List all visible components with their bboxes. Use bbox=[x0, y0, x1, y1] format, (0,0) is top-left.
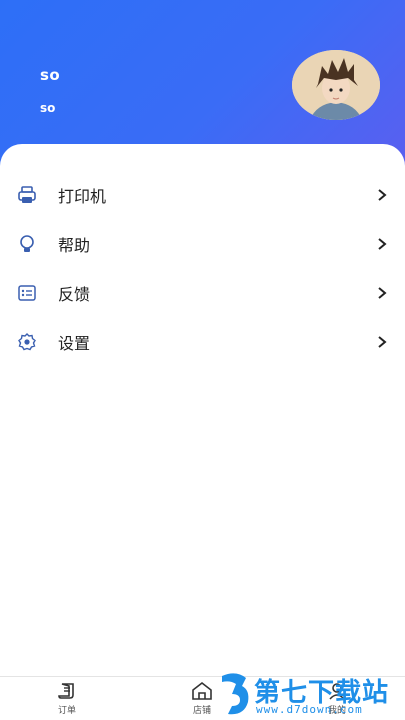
tab-order[interactable]: 订单 bbox=[37, 681, 97, 719]
menu-label-printer: 打印机 bbox=[58, 186, 107, 206]
lightbulb-icon bbox=[20, 234, 34, 252]
profile-name: so bbox=[40, 66, 61, 84]
feedback-card-icon bbox=[18, 284, 36, 301]
menu-label-feedback: 反馈 bbox=[58, 284, 91, 304]
tab-label-order: 订单 bbox=[57, 706, 76, 716]
menu-item-feedback[interactable]: 反馈 bbox=[0, 268, 405, 317]
store-icon bbox=[192, 681, 212, 700]
menu-label-settings: 设置 bbox=[58, 333, 91, 353]
menu-item-printer[interactable]: 打印机 bbox=[0, 170, 405, 219]
chevron-right-icon bbox=[378, 335, 387, 348]
gear-icon bbox=[18, 332, 36, 350]
printer-icon bbox=[18, 185, 36, 203]
chevron-right-icon bbox=[378, 188, 387, 201]
menu-item-settings[interactable]: 设置 bbox=[0, 317, 405, 366]
avatar-image bbox=[292, 50, 380, 120]
avatar[interactable] bbox=[292, 50, 380, 120]
profile-subtitle: so bbox=[40, 101, 56, 115]
chevron-right-icon bbox=[378, 286, 387, 299]
menu-label-help: 帮助 bbox=[58, 235, 91, 255]
watermark-url: www.d7down.com bbox=[256, 703, 363, 716]
order-icon bbox=[58, 683, 74, 699]
chevron-right-icon bbox=[378, 237, 387, 250]
menu-item-help[interactable]: 帮助 bbox=[0, 219, 405, 268]
